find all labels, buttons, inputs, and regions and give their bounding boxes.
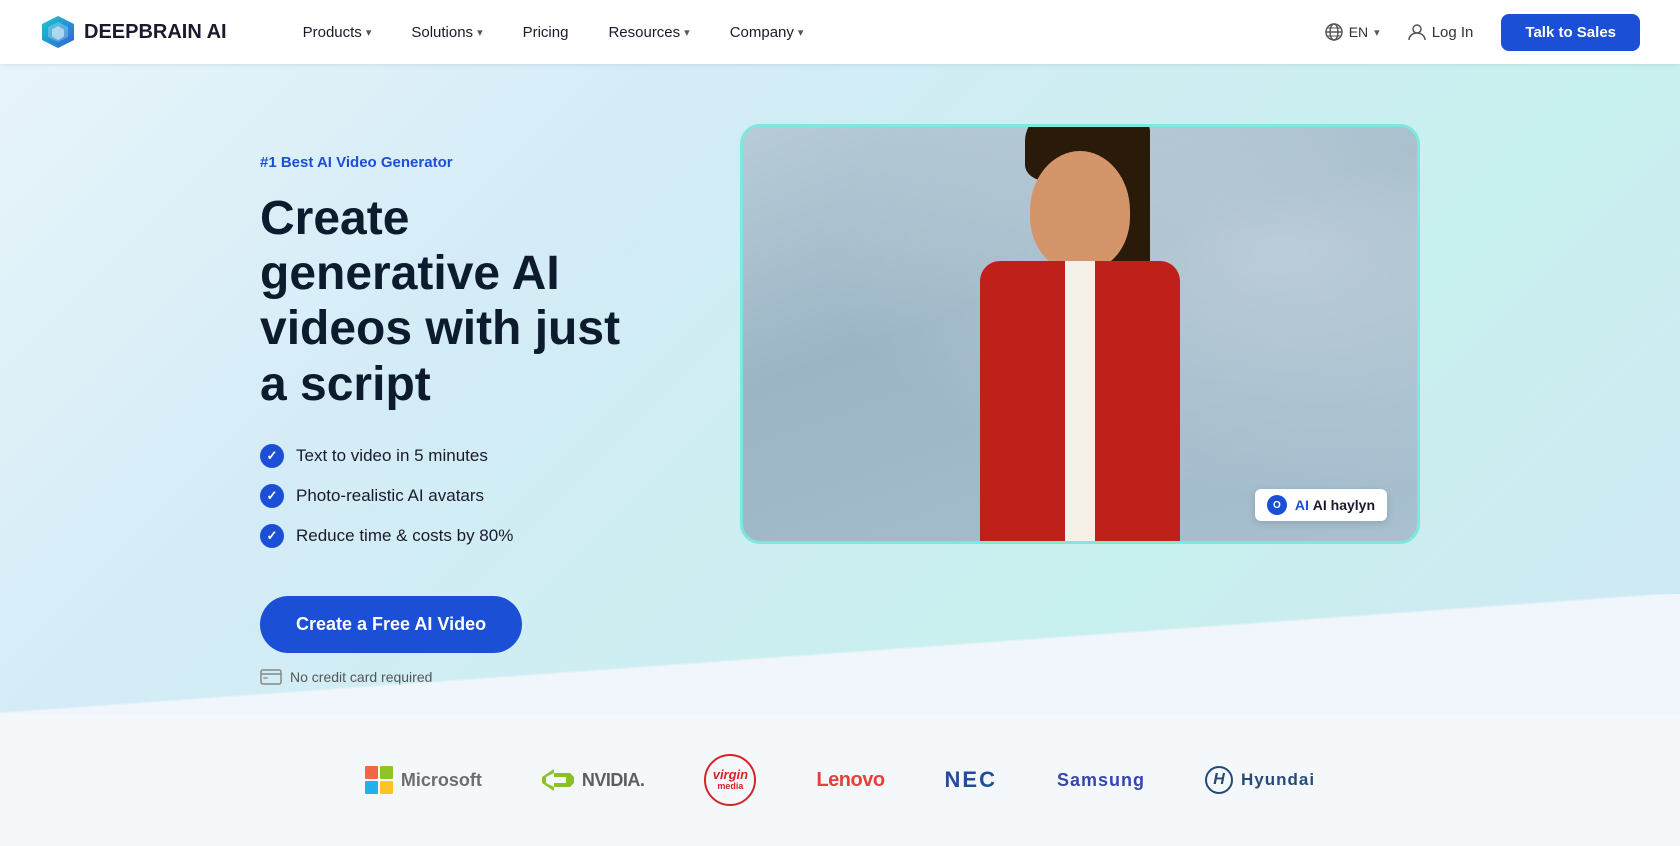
lenovo-label: Lenovo bbox=[816, 769, 884, 792]
navbar: DEEPBRAIN AI Products ▾ Solutions ▾ Pric… bbox=[0, 0, 1680, 64]
avatar-suit bbox=[980, 261, 1180, 541]
hero-badge: #1 Best AI Video Generator bbox=[260, 154, 660, 171]
samsung-label: Samsung bbox=[1057, 770, 1145, 791]
nvidia-label: NVIDIA. bbox=[582, 770, 645, 791]
nav-links: Products ▾ Solutions ▾ Pricing Resources… bbox=[287, 16, 1325, 49]
products-chevron-icon: ▾ bbox=[366, 26, 372, 39]
hyundai-icon: H bbox=[1205, 766, 1233, 794]
talk-to-sales-button[interactable]: Talk to Sales bbox=[1501, 14, 1640, 51]
avatar-name-tag: O AI AI haylyn bbox=[1255, 489, 1387, 521]
company-chevron-icon: ▾ bbox=[798, 26, 804, 39]
cta-section: Create a Free AI Video bbox=[260, 596, 660, 653]
microsoft-icon bbox=[365, 766, 393, 794]
avatar-body bbox=[970, 181, 1190, 541]
video-display: O AI AI haylyn bbox=[740, 124, 1420, 544]
logo-nvidia: NVIDIA. bbox=[542, 769, 645, 791]
solutions-chevron-icon: ▾ bbox=[477, 26, 483, 39]
logo-lenovo: Lenovo bbox=[816, 769, 884, 792]
hero-title: Create generative AI videos with just a … bbox=[260, 191, 660, 412]
login-button[interactable]: Log In bbox=[1396, 15, 1486, 49]
check-icon-2 bbox=[260, 484, 284, 508]
microsoft-label: Microsoft bbox=[401, 770, 482, 791]
brand-name: DEEPBRAIN AI bbox=[84, 21, 227, 44]
lang-chevron-icon: ▾ bbox=[1374, 26, 1380, 39]
language-selector[interactable]: EN ▾ bbox=[1325, 23, 1380, 41]
credit-card-icon bbox=[260, 669, 282, 685]
create-free-video-button[interactable]: Create a Free AI Video bbox=[260, 596, 522, 653]
deepbrain-logo-icon bbox=[40, 14, 76, 50]
feature-item-2: Photo-realistic AI avatars bbox=[260, 484, 660, 508]
logo[interactable]: DEEPBRAIN AI bbox=[40, 14, 227, 50]
partner-logos: Microsoft NVIDIA. virgin media Lenovo NE… bbox=[0, 714, 1680, 846]
nav-company[interactable]: Company ▾ bbox=[714, 16, 820, 49]
logo-nec: NEC bbox=[945, 767, 997, 793]
avatar-head bbox=[1030, 151, 1130, 271]
user-icon bbox=[1408, 23, 1426, 41]
nvidia-icon bbox=[542, 769, 574, 791]
hyundai-label: Hyundai bbox=[1241, 770, 1315, 790]
check-icon-3 bbox=[260, 524, 284, 548]
nav-pricing[interactable]: Pricing bbox=[507, 16, 585, 49]
logo-microsoft: Microsoft bbox=[365, 766, 482, 794]
check-icon-1 bbox=[260, 444, 284, 468]
logo-samsung: Samsung bbox=[1057, 770, 1145, 791]
hero-features: Text to video in 5 minutes Photo-realist… bbox=[260, 444, 660, 548]
globe-icon bbox=[1325, 23, 1343, 41]
feature-item-1: Text to video in 5 minutes bbox=[260, 444, 660, 468]
nav-solutions[interactable]: Solutions ▾ bbox=[395, 16, 498, 49]
nec-label: NEC bbox=[945, 767, 997, 793]
avatar-dot-icon: O bbox=[1267, 495, 1287, 515]
hero-content: #1 Best AI Video Generator Create genera… bbox=[260, 124, 660, 685]
resources-chevron-icon: ▾ bbox=[684, 26, 690, 39]
logo-hyundai: H Hyundai bbox=[1205, 766, 1315, 794]
hero-section: #1 Best AI Video Generator Create genera… bbox=[0, 64, 1680, 714]
virgin-icon: virgin media bbox=[704, 754, 756, 806]
logo-virgin: virgin media bbox=[704, 754, 756, 806]
feature-item-3: Reduce time & costs by 80% bbox=[260, 524, 660, 548]
hero-video-frame: O AI AI haylyn bbox=[740, 124, 1420, 544]
no-card-notice: No credit card required bbox=[260, 669, 660, 685]
nav-resources[interactable]: Resources ▾ bbox=[592, 16, 705, 49]
nav-products[interactable]: Products ▾ bbox=[287, 16, 388, 49]
nav-right: EN ▾ Log In Talk to Sales bbox=[1325, 14, 1640, 51]
